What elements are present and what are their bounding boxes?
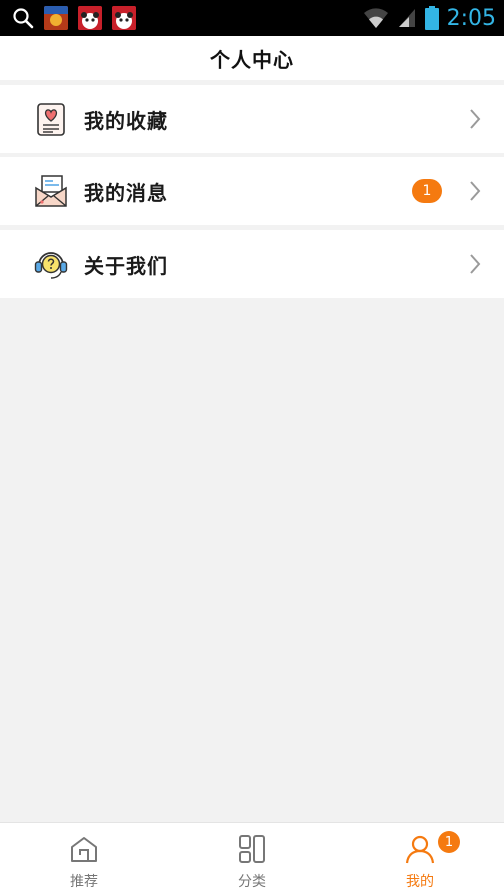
menu-item-label: 我的收藏 (84, 108, 168, 133)
menu-item-label: 关于我们 (84, 253, 168, 278)
search-icon[interactable] (12, 7, 34, 29)
menu-item-favorites[interactable]: 我的收藏 (0, 85, 504, 153)
wifi-icon (363, 8, 388, 28)
tab-badge: 1 (438, 831, 460, 853)
favorites-icon (37, 103, 65, 136)
chevron-right-icon (470, 181, 481, 201)
menu-item-about[interactable]: 关于我们 (0, 230, 504, 298)
signal-icon (398, 9, 415, 27)
tab-label: 推荐 (70, 874, 98, 890)
title-bar: 个人中心 (0, 36, 504, 80)
clock-time: 2:05 (446, 5, 496, 31)
support-icon (34, 252, 68, 279)
chevron-right-icon (470, 109, 481, 129)
menu-item-messages[interactable]: 我的消息 1 (0, 157, 504, 225)
chevron-right-icon (470, 254, 481, 274)
page-title: 个人中心 (210, 47, 294, 72)
panda-notification-icon (112, 6, 136, 30)
category-icon (239, 835, 265, 863)
message-icon (35, 175, 67, 207)
menu-item-label: 我的消息 (84, 180, 168, 205)
home-icon (71, 837, 97, 862)
unread-badge: 1 (412, 179, 442, 203)
tab-label: 分类 (238, 874, 266, 890)
tab-recommend[interactable]: 推荐 (0, 823, 168, 896)
user-icon (405, 835, 435, 864)
tab-category[interactable]: 分类 (168, 823, 336, 896)
battery-icon (424, 6, 439, 30)
bottom-tab-bar: 推荐 分类 我的 1 (0, 822, 504, 896)
app-notification-icon (44, 6, 68, 30)
status-bar: 2:05 (0, 0, 504, 36)
tab-label: 我的 (406, 874, 434, 890)
tab-mine[interactable]: 我的 1 (336, 823, 504, 896)
panda-notification-icon (78, 6, 102, 30)
